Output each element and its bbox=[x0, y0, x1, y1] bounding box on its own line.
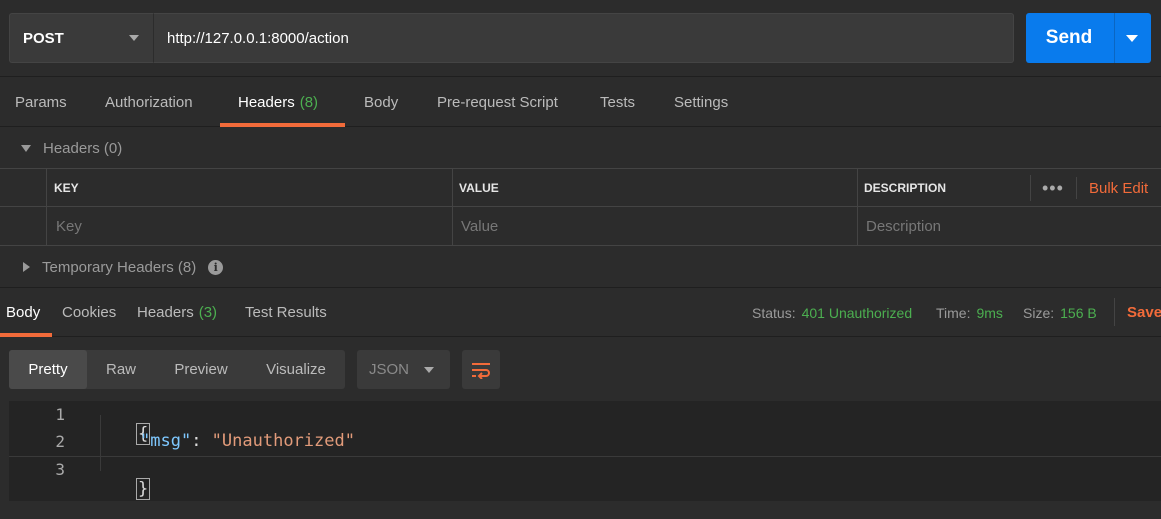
description-input[interactable]: Description bbox=[859, 207, 1159, 245]
save-divider bbox=[1114, 298, 1115, 326]
table-row: Key Value Description bbox=[0, 207, 1161, 245]
more-options-icon[interactable]: ••• bbox=[1042, 169, 1064, 207]
tab-label: Authorization bbox=[105, 94, 193, 111]
send-button[interactable]: Send bbox=[1026, 13, 1112, 63]
size-label: Size: bbox=[1023, 304, 1055, 321]
tab-label: Body bbox=[364, 94, 399, 111]
key-input[interactable]: Key bbox=[49, 207, 449, 245]
tab-count-badge: (3) bbox=[198, 304, 218, 321]
json-value: "Unauthorized" bbox=[211, 431, 355, 451]
value-input[interactable]: Value bbox=[454, 207, 854, 245]
view-pretty-button[interactable]: Pretty bbox=[9, 350, 87, 389]
view-preview-button[interactable]: Preview bbox=[159, 350, 243, 389]
send-options-chevron-down-icon[interactable] bbox=[1126, 35, 1138, 42]
column-header-description: DESCRIPTION bbox=[864, 181, 947, 195]
status-label: Status: bbox=[752, 304, 796, 321]
url-text: http://127.0.0.1:8000/action bbox=[167, 29, 349, 47]
tab-label: Headers bbox=[137, 304, 194, 321]
response-time: Time: 9ms bbox=[936, 288, 1003, 337]
url-input[interactable]: http://127.0.0.1:8000/action bbox=[153, 13, 1014, 63]
code-line-3: } bbox=[96, 459, 151, 519]
column-header-value: VALUE bbox=[459, 181, 499, 195]
column-divider bbox=[857, 169, 858, 246]
tab-pre-request-script[interactable]: Pre-request Script bbox=[437, 78, 558, 127]
wrap-lines-button[interactable] bbox=[462, 350, 500, 389]
time-label: Time: bbox=[936, 304, 971, 321]
headers-section-toggle[interactable]: Headers (0) bbox=[21, 138, 122, 158]
column-divider bbox=[46, 169, 47, 246]
view-visualize-button[interactable]: Visualize bbox=[253, 350, 339, 389]
tab-count-badge: (8) bbox=[299, 94, 319, 111]
code-line-2: "msg": "Unauthorized" bbox=[140, 431, 355, 451]
tab-body[interactable]: Body bbox=[364, 78, 398, 127]
tab-label: Tests bbox=[600, 94, 636, 111]
response-editor[interactable]: 1 2 3 { "msg": "Unauthorized" } bbox=[9, 401, 1161, 501]
request-bar: POST http://127.0.0.1:8000/action Send bbox=[0, 0, 1161, 77]
request-tabs: Params Authorization Headers (8) Body Pre… bbox=[0, 78, 1161, 127]
column-divider bbox=[1030, 175, 1031, 201]
tab-tests[interactable]: Tests bbox=[600, 78, 635, 127]
column-header-key: KEY bbox=[54, 181, 79, 195]
column-divider bbox=[452, 169, 453, 246]
size-value: 156 B bbox=[1060, 304, 1097, 321]
tab-response-headers[interactable]: Headers (3) bbox=[137, 288, 217, 337]
tab-label: Body bbox=[6, 304, 41, 321]
headers-table-header: KEY VALUE DESCRIPTION ••• Bulk Edit bbox=[0, 169, 1161, 207]
active-tab-indicator bbox=[220, 123, 345, 127]
format-label: JSON bbox=[369, 361, 410, 378]
tab-label: Params bbox=[15, 94, 67, 111]
headers-section-title: Headers (0) bbox=[43, 139, 123, 157]
temporary-headers-toggle[interactable]: Temporary Headers (8) i bbox=[23, 257, 224, 277]
json-key: "msg" bbox=[140, 431, 192, 451]
column-divider bbox=[1076, 177, 1077, 199]
tab-response-cookies[interactable]: Cookies bbox=[62, 288, 116, 337]
temporary-headers-title: Temporary Headers (8) bbox=[42, 258, 197, 276]
tab-authorization[interactable]: Authorization bbox=[105, 78, 193, 127]
tab-label: Pre-request Script bbox=[437, 94, 558, 111]
info-icon[interactable]: i bbox=[208, 259, 224, 275]
tab-response-test-results[interactable]: Test Results bbox=[245, 288, 327, 337]
bulk-edit-link[interactable]: Bulk Edit bbox=[1089, 169, 1148, 207]
line-number: 2 bbox=[55, 432, 65, 451]
tab-settings[interactable]: Settings bbox=[674, 78, 728, 127]
format-select[interactable]: JSON bbox=[357, 350, 450, 389]
view-raw-button[interactable]: Raw bbox=[91, 350, 151, 389]
tab-headers[interactable]: Headers (8) bbox=[238, 78, 318, 127]
triangle-down-icon bbox=[21, 144, 31, 152]
tab-params[interactable]: Params bbox=[15, 78, 67, 127]
tab-label: Settings bbox=[674, 94, 729, 111]
send-divider bbox=[1114, 13, 1115, 63]
tab-label: Headers bbox=[238, 94, 295, 111]
triangle-right-icon bbox=[23, 262, 30, 272]
line-number: 3 bbox=[55, 460, 65, 479]
chevron-down-icon bbox=[129, 35, 139, 41]
close-brace: } bbox=[135, 478, 151, 500]
response-tabs: Body Cookies Headers (3) Test Results Sta… bbox=[0, 288, 1161, 337]
method-select[interactable]: POST bbox=[9, 13, 153, 63]
tab-response-body[interactable]: Body bbox=[6, 288, 40, 337]
headers-table: KEY VALUE DESCRIPTION ••• Bulk Edit Key … bbox=[0, 168, 1161, 246]
status-value: 401 Unauthorized bbox=[801, 304, 913, 321]
save-response-button[interactable]: Save bbox=[1127, 288, 1161, 337]
chevron-down-icon bbox=[424, 367, 434, 373]
response-size: Size: 156 B bbox=[1023, 288, 1097, 337]
response-status: Status: 401 Unauthorized bbox=[752, 288, 912, 337]
active-tab-indicator bbox=[0, 333, 52, 337]
view-mode-bar: Pretty Raw Preview Visualize bbox=[9, 350, 345, 389]
time-value: 9ms bbox=[976, 304, 1003, 321]
line-number: 1 bbox=[55, 405, 65, 424]
tab-label: Test Results bbox=[245, 304, 327, 321]
method-label: POST bbox=[23, 29, 64, 47]
send-button-group: Send bbox=[1026, 13, 1151, 63]
tab-label: Cookies bbox=[62, 304, 117, 321]
wrap-lines-icon bbox=[472, 362, 490, 379]
active-line-highlight bbox=[9, 456, 1161, 457]
json-colon: : bbox=[191, 431, 212, 451]
